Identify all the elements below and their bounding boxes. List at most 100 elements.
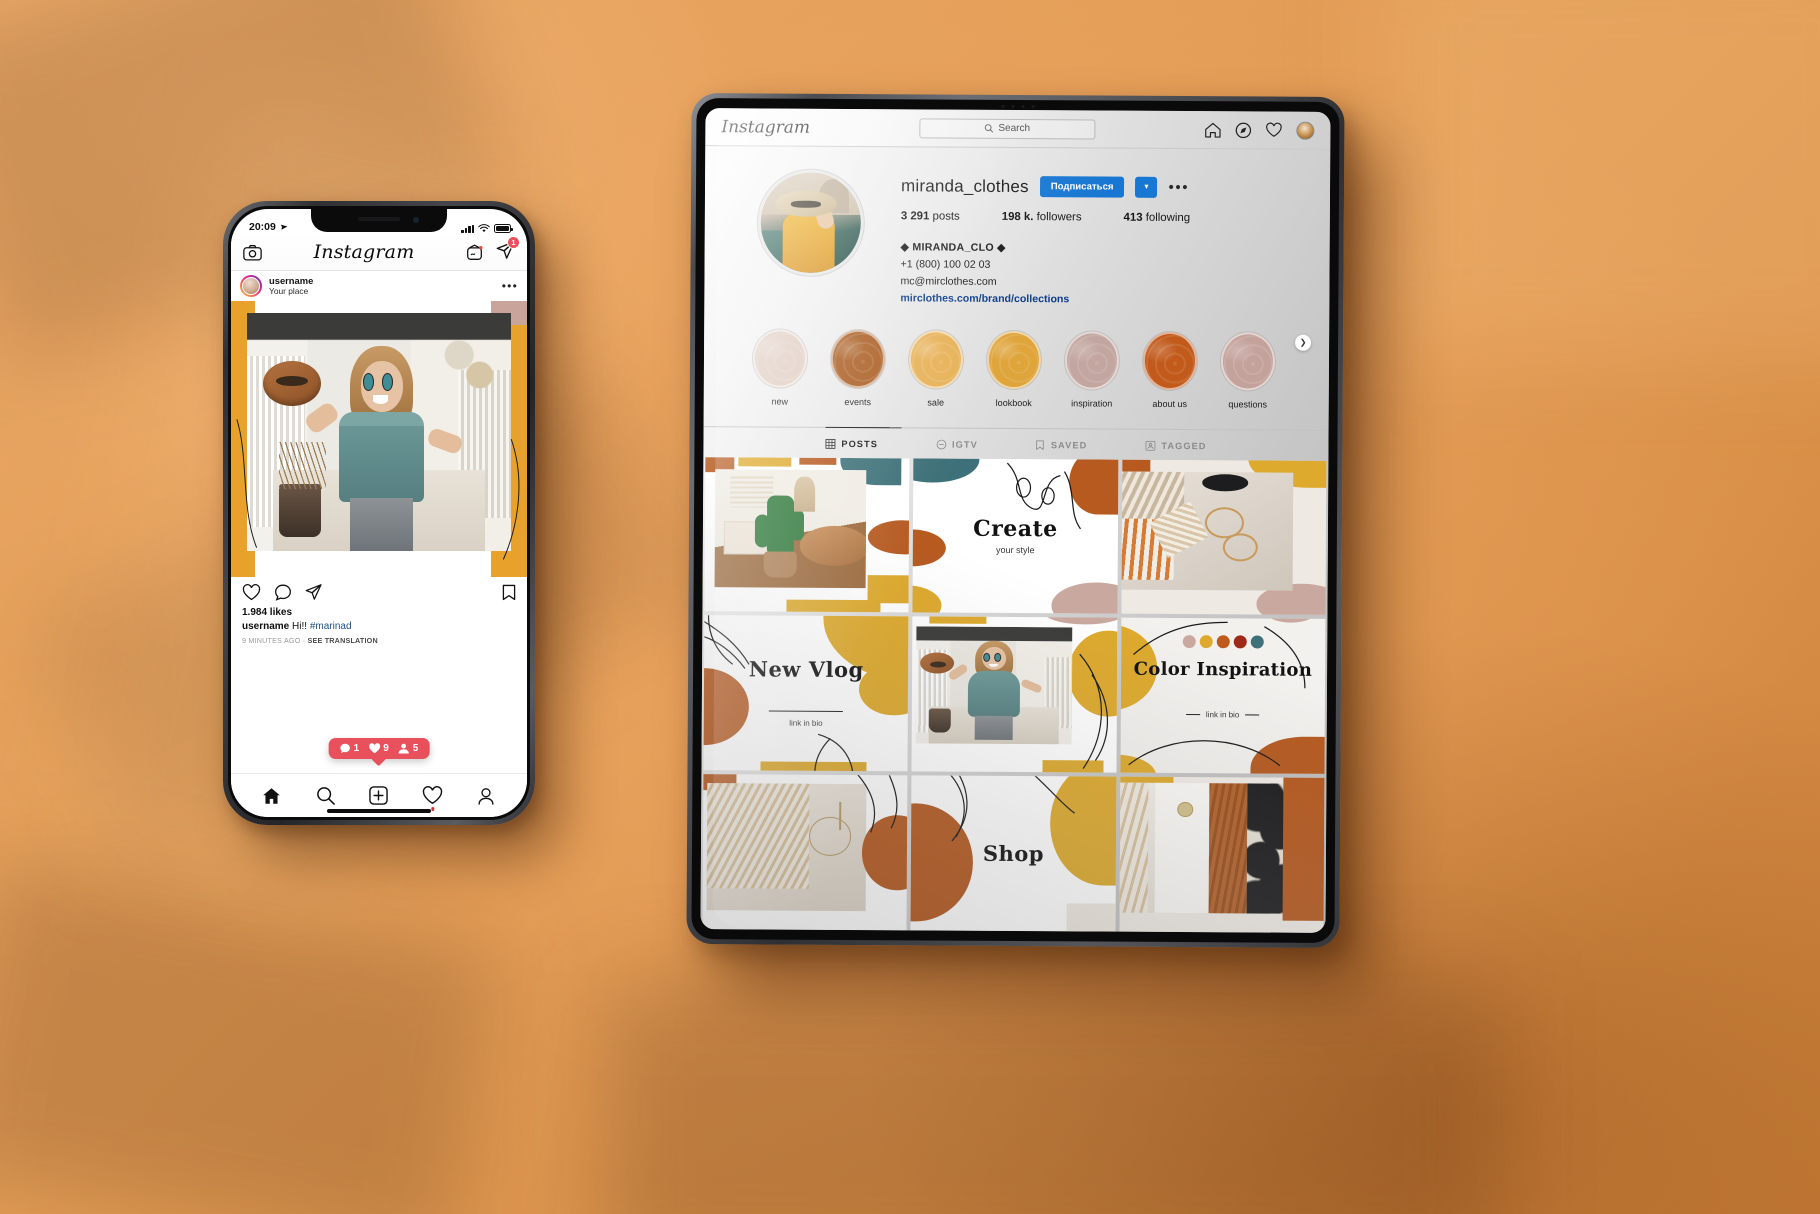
highlight-about-us[interactable]: about us	[1142, 331, 1198, 409]
profile-name-row: miranda_clothes Подписаться ▼ •••	[901, 175, 1300, 198]
igtv-icon	[936, 439, 946, 450]
post-info: 1.984 likes username Hi!! #marinad 9 MIN…	[231, 607, 527, 645]
home-icon[interactable]	[1204, 122, 1221, 138]
profile-stats: 3 291 posts 198 k. followers 413 followi…	[901, 210, 1300, 224]
stat-following-label: following	[1145, 211, 1191, 225]
like-count[interactable]: 1.984 likes	[242, 607, 516, 618]
post-color-inspiration[interactable]: Color Inspiration link in bio	[1120, 618, 1326, 775]
post-feed-space: 1 9 5	[231, 645, 527, 773]
highlight-sale[interactable]: sale	[908, 329, 964, 408]
chevron-down-icon[interactable]: ▼	[1135, 176, 1158, 198]
post-woman-porch[interactable]	[911, 616, 1118, 773]
avatar[interactable]	[240, 275, 262, 297]
profile-bio: ◆ MIRANDA_CLO ◆ +1 (800) 100 02 03 mc@mi…	[900, 239, 1299, 310]
see-translation-link[interactable]: SEE TRANSLATION	[308, 636, 378, 645]
notif-like-count: 9	[383, 743, 389, 754]
comment-icon[interactable]	[274, 584, 292, 601]
home-icon	[263, 787, 281, 804]
tab-posts-label: POSTS	[841, 438, 879, 449]
tab-saved[interactable]: SAVED	[1036, 439, 1088, 459]
caption-hashtag[interactable]: #marinad	[310, 621, 352, 632]
profile-username: miranda_clothes	[900, 175, 1029, 196]
post-location[interactable]: Your place	[269, 286, 495, 296]
tagged-icon	[1145, 440, 1156, 451]
profile-icon	[478, 787, 494, 805]
post-new-vlog[interactable]: New Vlog link in bio	[703, 615, 909, 772]
phone-notch	[311, 209, 447, 232]
bookmark-icon[interactable]	[502, 584, 516, 601]
notif-followers: 5	[398, 743, 419, 754]
explore-compass-icon[interactable]	[1235, 122, 1252, 138]
post-photo	[1119, 783, 1296, 915]
more-options-icon[interactable]: •••	[1168, 178, 1189, 195]
highlight-lookbook[interactable]: lookbook	[986, 330, 1042, 408]
tab-saved-label: SAVED	[1050, 439, 1088, 451]
tablet-bezel: Instagram Search miranda_clothes Подписа…	[691, 98, 1340, 943]
tab-igtv[interactable]: IGTV	[936, 439, 978, 458]
tab-search[interactable]	[308, 781, 342, 811]
divider	[1245, 713, 1260, 716]
post-pampas-jewelry[interactable]	[702, 774, 908, 931]
profile-avatar[interactable]	[1296, 121, 1315, 140]
search-input[interactable]: Search	[919, 117, 1096, 139]
highlight-cover	[1064, 330, 1120, 390]
backdrop-shadow	[0, 857, 504, 1214]
wifi-icon	[478, 224, 490, 233]
post-title: Shop	[982, 841, 1045, 867]
posts-grid: Create your style New Vlog link in bio C…	[700, 456, 1328, 933]
person-filled-icon	[398, 743, 409, 754]
backdrop-shadow	[600, 980, 1500, 1214]
post-interior-cactus[interactable]	[704, 456, 910, 613]
more-options-icon[interactable]: •••	[502, 280, 518, 292]
igtv-icon[interactable]	[466, 244, 483, 261]
notification-toast[interactable]: 1 9 5	[328, 738, 430, 759]
highlight-events[interactable]: events	[830, 329, 886, 407]
activity-heart-icon[interactable]	[1265, 122, 1282, 138]
post-media	[231, 301, 527, 577]
post-photo	[714, 469, 867, 588]
post-white-tee-leopard[interactable]	[1119, 776, 1325, 933]
post-photo	[916, 626, 1073, 745]
highlight-new[interactable]: new	[752, 329, 808, 406]
post-username[interactable]: username	[269, 275, 495, 287]
post-jewelry-flatlay[interactable]	[1121, 459, 1327, 616]
tab-tagged[interactable]: TAGGED	[1145, 440, 1207, 459]
chevron-right-icon[interactable]: ❯	[1295, 334, 1312, 351]
tab-add-post[interactable]	[362, 781, 396, 811]
divider	[1185, 713, 1200, 716]
post-subtitle: link in bio	[789, 718, 823, 728]
backdrop-highlight	[1380, 0, 1820, 360]
highlight-cover	[1220, 331, 1276, 391]
highlight-questions[interactable]: questions	[1220, 331, 1276, 409]
post-subtitle: your style	[996, 545, 1035, 556]
tab-posts[interactable]: POSTS	[825, 438, 878, 457]
paper-plane-icon[interactable]	[305, 584, 322, 600]
stat-followers[interactable]: 198 k. followers	[1002, 211, 1082, 223]
profile-picture[interactable]	[756, 168, 866, 278]
tab-activity[interactable]	[416, 781, 450, 811]
swatch-taupe	[1182, 635, 1196, 649]
post-shop[interactable]: Shop	[910, 775, 1117, 932]
highlight-label: sale	[927, 397, 945, 408]
phone-bezel: 20:09 Instagram 1 username Your place ••…	[228, 206, 530, 820]
notif-follower-count: 5	[412, 743, 419, 754]
instagram-wordmark: Instagram	[721, 116, 811, 138]
follow-button[interactable]: Подписаться	[1039, 176, 1125, 198]
highlight-inspiration[interactable]: inspiration	[1064, 330, 1120, 408]
phone-device: 20:09 Instagram 1 username Your place ••…	[223, 201, 535, 825]
tab-igtv-label: IGTV	[951, 439, 978, 450]
highlight-cover	[908, 329, 964, 389]
caption-username[interactable]: username	[242, 621, 289, 632]
tab-tagged-label: TAGGED	[1161, 440, 1207, 451]
notif-likes: 9	[368, 743, 389, 754]
tab-home[interactable]	[255, 781, 289, 811]
heart-icon[interactable]	[242, 583, 261, 601]
topbar-icons	[1204, 121, 1315, 140]
camera-icon[interactable]	[243, 244, 262, 261]
post-title-text: New Vlog	[748, 656, 864, 683]
stat-following[interactable]: 413 following	[1124, 212, 1191, 224]
tab-profile[interactable]	[469, 781, 503, 811]
stat-posts[interactable]: 3 291 posts	[901, 210, 960, 222]
highlight-label: about us	[1152, 398, 1188, 409]
post-create-your-style[interactable]: Create your style	[912, 458, 1119, 615]
